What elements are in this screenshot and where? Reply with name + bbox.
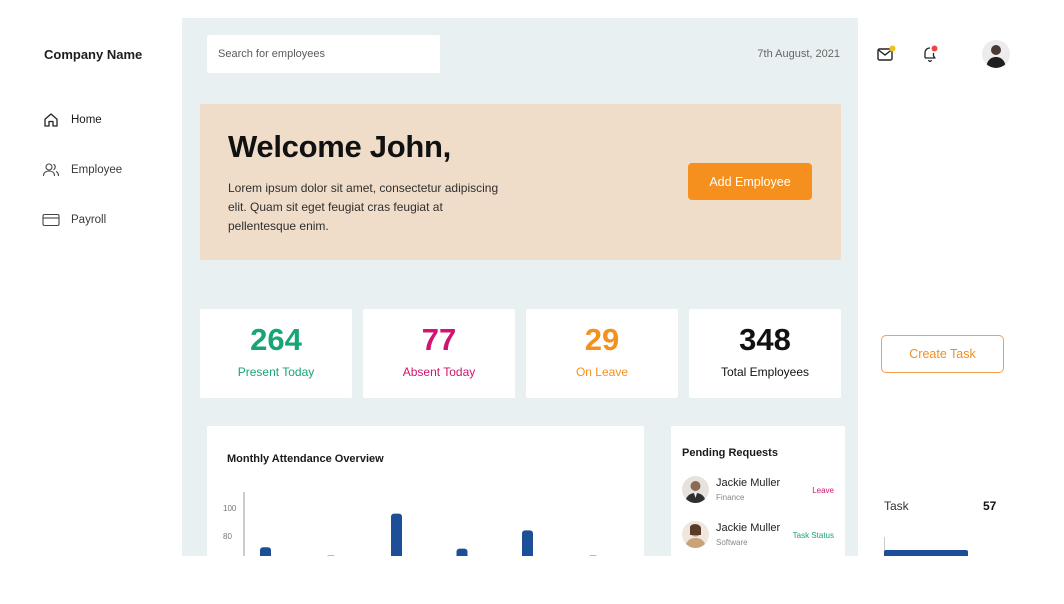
pending-requests-card: Pending Requests Jackie Muller Finance L…: [671, 426, 845, 556]
request-name: Jackie Muller: [716, 477, 781, 489]
task-count: 57: [983, 499, 997, 513]
app-window: Company Name Home Employee Payroll 7th A…: [18, 18, 1036, 556]
home-icon: [42, 111, 60, 129]
stat-value: 29: [584, 322, 620, 357]
request-status[interactable]: Leave: [812, 486, 834, 495]
welcome-title: Welcome John,: [228, 129, 451, 164]
mail-icon[interactable]: [876, 44, 896, 64]
user-avatar[interactable]: [982, 40, 1010, 68]
stat-value: 264: [250, 322, 302, 357]
welcome-text: Lorem ipsum dolor sit amet, consectetur …: [228, 181, 499, 233]
request-item[interactable]: Jackie Muller Software Task Status: [682, 521, 842, 553]
create-task-button[interactable]: Create Task: [881, 335, 1004, 373]
stat-card-on-leave: 29 On Leave: [526, 309, 678, 398]
sidebar: Company Name Home Employee Payroll: [18, 18, 182, 556]
task-chart-axis: [884, 537, 885, 551]
sidebar-item-home[interactable]: Home: [42, 109, 102, 131]
request-department: Software: [716, 538, 748, 547]
y-tick-label: 100: [223, 504, 237, 513]
sidebar-item-label: Payroll: [71, 214, 107, 226]
add-employee-button[interactable]: Add Employee: [688, 163, 812, 200]
bell-icon[interactable]: [920, 44, 940, 64]
request-item[interactable]: Jackie Muller Finance Leave: [682, 476, 842, 508]
right-panel: Create Task Task 57: [858, 18, 1036, 556]
task-label: Task: [884, 499, 909, 513]
stat-label: Total Employees: [720, 365, 810, 379]
employee-avatar: [682, 476, 709, 503]
request-department: Finance: [716, 493, 745, 502]
request-status[interactable]: Task Status: [793, 531, 834, 540]
welcome-banner: Welcome John, Lorem ipsum dolor sit amet…: [200, 104, 841, 260]
search-input[interactable]: [207, 35, 440, 73]
stat-card-absent: 77 Absent Today: [363, 309, 515, 398]
sidebar-item-payroll[interactable]: Payroll: [42, 209, 106, 231]
chart-bar: [391, 513, 402, 556]
request-name: Jackie Muller: [716, 522, 781, 534]
stat-label: Present Today: [237, 365, 315, 379]
sidebar-item-label: Home: [71, 114, 102, 126]
stat-label: Absent Today: [402, 365, 476, 379]
employee-avatar: [682, 521, 709, 548]
stat-value: 77: [421, 322, 457, 357]
stat-card-total: 348 Total Employees: [689, 309, 841, 398]
y-tick-label: 80: [223, 532, 232, 541]
chart-bar: [456, 548, 468, 556]
stat-card-present: 264 Present Today: [200, 309, 352, 398]
pending-requests-title: Pending Requests: [682, 447, 778, 459]
stat-label: On Leave: [575, 365, 629, 379]
chart-bar: [522, 530, 533, 556]
company-name: Company Name: [44, 47, 143, 62]
mail-badge: [889, 45, 896, 52]
card-icon: [42, 211, 60, 229]
stat-value: 348: [739, 322, 791, 357]
task-chart-bar: [884, 550, 968, 556]
sidebar-item-label: Employee: [71, 164, 123, 176]
attendance-chart-card: Monthly Attendance Overview 100 80: [207, 426, 644, 556]
attendance-chart: 100 80: [223, 492, 597, 556]
people-icon: [42, 161, 60, 179]
current-date: 7th August, 2021: [757, 48, 840, 60]
sidebar-item-employee[interactable]: Employee: [42, 159, 122, 181]
main-content: 7th August, 2021 Welcome John, Lorem ips…: [182, 18, 858, 556]
chart-bar: [260, 547, 271, 556]
